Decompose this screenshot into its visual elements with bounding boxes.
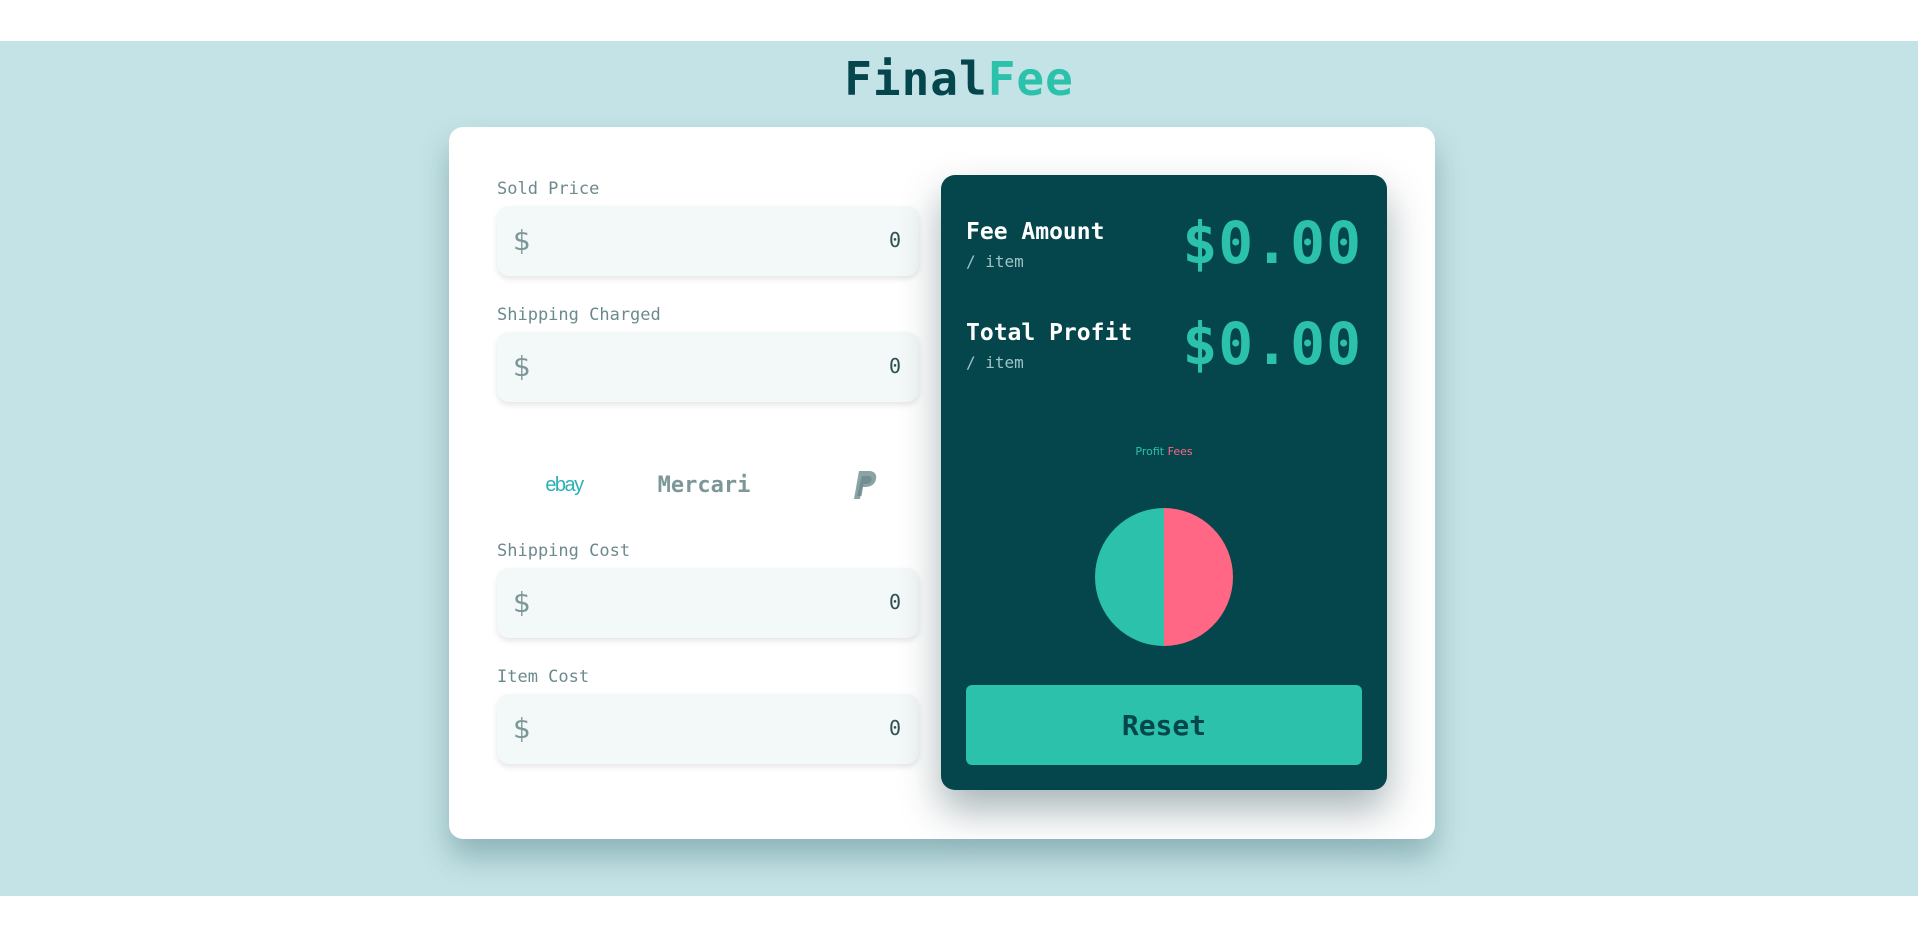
fee-amount-label: Fee Amount [966,219,1105,245]
total-profit-per-item: / item [966,353,1024,372]
mercari-platform-button[interactable]: Mercari [649,457,759,513]
shipping-cost-label: Shipping Cost [497,541,631,561]
calculator-card: Sold Price $ 0 Shipping Charged $ 0 ebay… [449,127,1435,839]
shipping-cost-value[interactable]: 0 [889,590,901,614]
legend-fees[interactable]: Fees [1168,445,1193,458]
item-cost-input[interactable]: $ 0 [497,694,919,764]
shipping-charged-value[interactable]: 0 [889,354,901,378]
results-panel: Fee Amount / item $0.00 Total Profit / i… [941,175,1387,790]
dollar-icon: $ [513,712,531,745]
pie-slice-profit [1095,508,1164,646]
item-cost-value[interactable]: 0 [889,716,901,740]
reset-button[interactable]: Reset [966,685,1362,765]
fee-amount-per-item: / item [966,252,1024,271]
ebay-platform-button[interactable]: ebay [529,457,599,513]
pie-slice-fees [1164,508,1233,646]
shipping-cost-input[interactable]: $ 0 [497,568,919,638]
mercari-logo: Mercari [657,472,751,498]
paypal-platform-button[interactable] [839,457,889,513]
shipping-charged-input[interactable]: $ 0 [497,332,919,402]
legend-profit[interactable]: Profit [1135,445,1164,458]
fee-amount-value: $0.00 [1182,209,1362,277]
ebay-logo: ebay [545,473,584,496]
shipping-charged-label: Shipping Charged [497,305,661,325]
sold-price-value[interactable]: 0 [889,228,901,252]
dollar-icon: $ [513,350,531,383]
logo-fee-text: Fee [987,52,1074,106]
app-logo: FinalFee [0,52,1918,106]
paypal-icon [854,471,877,499]
total-profit-value: $0.00 [1182,310,1362,378]
sold-price-input[interactable]: $ 0 [497,206,919,276]
dollar-icon: $ [513,586,531,619]
item-cost-label: Item Cost [497,667,590,687]
chart-legend: Profit Fees [941,445,1387,458]
logo-final-text: Final [844,52,988,106]
sold-price-label: Sold Price [497,179,600,199]
dollar-icon: $ [513,224,531,257]
profit-fees-pie-chart [1095,508,1233,646]
total-profit-label: Total Profit [966,320,1133,346]
